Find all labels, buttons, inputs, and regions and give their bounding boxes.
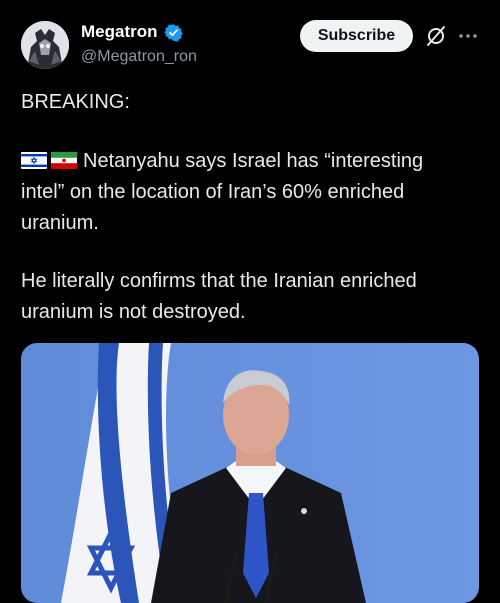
subscribe-button[interactable]: Subscribe: [300, 20, 413, 52]
author-name-row[interactable]: Megatron: [81, 22, 183, 42]
post-paragraph-1-text: Netanyahu says Israel has “interesting i…: [21, 150, 424, 234]
post-paragraph-1: Netanyahu says Israel has “interesting i…: [21, 146, 461, 239]
more-icon[interactable]: [456, 24, 480, 48]
author-name[interactable]: Megatron: [81, 22, 158, 42]
post-header: Megatron @Megatron_ron Subscribe: [0, 0, 500, 80]
author-handle[interactable]: @Megatron_ron: [81, 48, 197, 66]
israel-flag-icon: [21, 148, 47, 169]
post-paragraph-2: He literally confirms that the Iranian e…: [21, 270, 417, 323]
avatar[interactable]: [21, 21, 69, 69]
grok-icon[interactable]: [424, 24, 448, 48]
post-image[interactable]: [21, 343, 479, 603]
post-heading: BREAKING:: [21, 91, 130, 113]
iran-flag-icon: [51, 148, 77, 169]
verified-badge-icon: [163, 23, 183, 42]
